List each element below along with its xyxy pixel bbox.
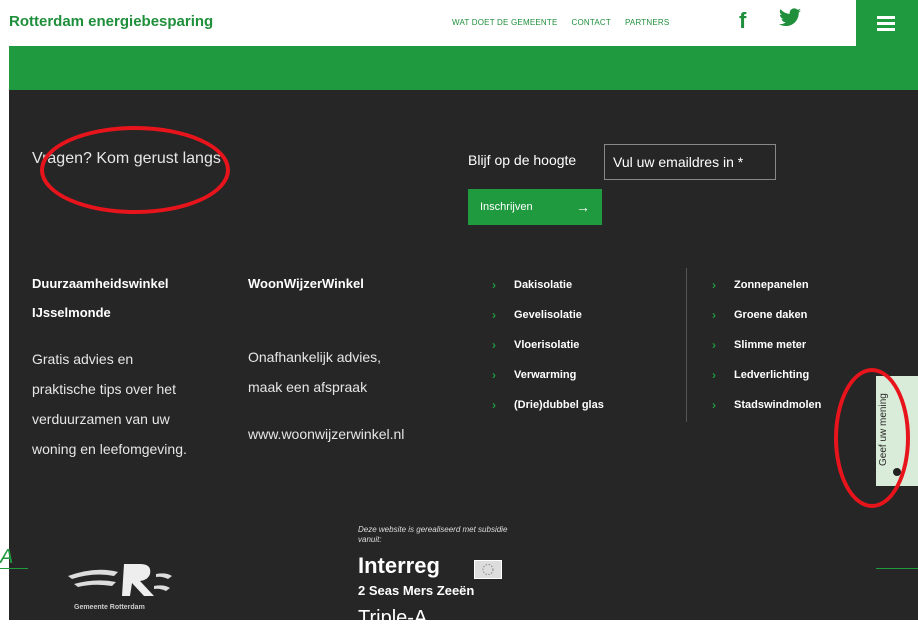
green-banner: [9, 46, 918, 90]
link-vloerisolatie[interactable]: › Vloerisolatie: [492, 330, 604, 360]
link-divider: [686, 268, 687, 422]
link-slimme-meter[interactable]: › Slimme meter: [712, 330, 821, 360]
link-stadswindmolen[interactable]: › Stadswindmolen: [712, 390, 821, 420]
chevron-right-icon: ›: [712, 338, 716, 352]
email-field[interactable]: [604, 144, 776, 180]
rotterdam-logo[interactable]: [66, 558, 176, 607]
subscribe-button[interactable]: Inschrijven →: [468, 189, 602, 225]
top-header: Rotterdam energiebesparing WAT DOET DE G…: [0, 0, 918, 46]
col1-subtitle: IJsselmonde: [32, 305, 111, 320]
col2-text: Onafhankelijk advies, maak een afspraak: [248, 349, 382, 395]
chevron-right-icon: ›: [712, 308, 716, 322]
link-driedubbel-glas[interactable]: › (Drie)dubbel glas: [492, 390, 604, 420]
newsletter-label: Blijf op de hoogte: [468, 152, 577, 168]
eu-flag-icon: [474, 560, 502, 579]
chevron-right-icon: ›: [492, 398, 496, 412]
rotterdam-logo-caption: Gemeente Rotterdam: [74, 604, 145, 611]
nav-contact[interactable]: CONTACT: [572, 18, 611, 27]
green-letter-fragment: A: [0, 546, 14, 568]
link-zonnepanelen[interactable]: › Zonnepanelen: [712, 270, 821, 300]
col2-title: WoonWijzerWinkel: [248, 276, 364, 291]
hamburger-icon: [877, 16, 895, 19]
triple-a-logo[interactable]: Triple-A: [358, 607, 427, 630]
links-list-right: › Zonnepanelen › Groene daken › Slimme mete…: [712, 270, 821, 420]
green-line-right: [876, 568, 918, 569]
twitter-icon[interactable]: [778, 8, 802, 33]
link-groene-daken[interactable]: › Groene daken: [712, 300, 821, 330]
seas-label: 2 Seas Mers Zeeën: [358, 583, 475, 598]
col1-text: Gratis advies en praktische tips over he…: [32, 351, 187, 457]
subsidy-note: Deze website is gerealiseerd met subsidi…: [358, 525, 508, 544]
col1-title: Duurzaamheidswinkel: [32, 276, 169, 291]
chevron-right-icon: ›: [712, 368, 716, 382]
arrow-right-icon: →: [576, 199, 590, 215]
top-nav: WAT DOET DE GEMEENTE CONTACT PARTNERS: [452, 18, 669, 27]
feedback-label: Geef uw mening: [878, 393, 889, 466]
chevron-right-icon: ›: [492, 308, 496, 322]
footer-question: Vragen? Kom gerust langs: [32, 150, 221, 167]
link-ledverlichting[interactable]: › Ledverlichting: [712, 360, 821, 390]
chevron-right-icon: ›: [492, 278, 496, 292]
facebook-icon[interactable]: f: [739, 8, 746, 34]
nav-partners[interactable]: PARTNERS: [625, 18, 669, 27]
link-gevelisolatie[interactable]: › Gevelisolatie: [492, 300, 604, 330]
menu-button[interactable]: [856, 0, 918, 46]
link-verwarming[interactable]: › Verwarming: [492, 360, 604, 390]
feedback-tab[interactable]: Geef uw mening: [876, 376, 918, 486]
interreg-logo[interactable]: Interreg: [358, 553, 440, 579]
green-line-left: [0, 568, 28, 569]
link-dakisolatie[interactable]: › Dakisolatie: [492, 270, 604, 300]
links-list-left: › Dakisolatie › Gevelisolatie › Vloerisolat…: [492, 270, 604, 420]
chevron-right-icon: ›: [492, 338, 496, 352]
chevron-right-icon: ›: [712, 278, 716, 292]
chevron-right-icon: ›: [712, 398, 716, 412]
subscribe-label: Inschrijven: [480, 201, 533, 213]
woonwijzer-link[interactable]: www.woonwijzerwinkel.nl: [248, 419, 404, 449]
site-brand[interactable]: Rotterdam energiebesparing: [9, 13, 213, 30]
nav-wat-doet-de-gemeente[interactable]: WAT DOET DE GEMEENTE: [452, 18, 558, 27]
chevron-right-icon: ›: [492, 368, 496, 382]
feedback-dot-icon: [893, 468, 901, 476]
